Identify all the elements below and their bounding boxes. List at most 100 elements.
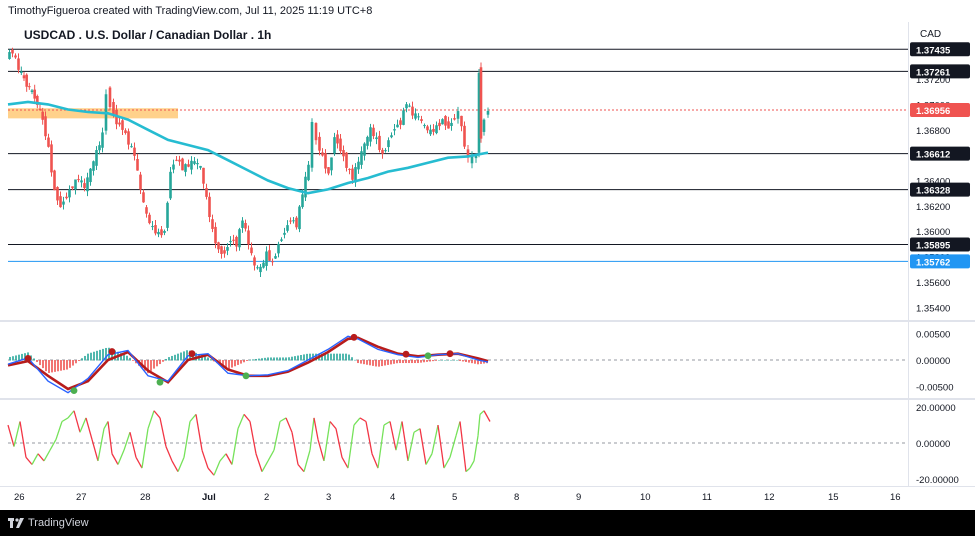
candle-body bbox=[247, 230, 250, 245]
candle-body bbox=[121, 120, 124, 130]
macd-histogram-bar bbox=[75, 360, 77, 364]
time-tick-label: 16 bbox=[890, 492, 901, 503]
candle-body bbox=[151, 226, 154, 228]
candle-body bbox=[89, 168, 92, 183]
macd-histogram-bar bbox=[45, 360, 47, 372]
chart-canvas[interactable]: USDCAD . U.S. Dollar / Canadian Dollar .… bbox=[0, 0, 975, 536]
macd-histogram-bar bbox=[168, 357, 170, 361]
candle-body bbox=[25, 74, 28, 87]
macd-tick-label: -0.00500 bbox=[916, 382, 954, 393]
candle-body bbox=[44, 116, 47, 137]
price-axis-divider bbox=[908, 22, 909, 486]
macd-histogram-bar bbox=[288, 357, 290, 361]
macd-histogram-bar bbox=[360, 360, 362, 364]
candle-body bbox=[298, 206, 301, 230]
macd-histogram-bar bbox=[327, 353, 329, 361]
candle-body bbox=[453, 118, 456, 120]
macd-histogram-bar bbox=[126, 355, 128, 361]
macd-histogram-bar bbox=[261, 358, 263, 361]
macd-cross-dot bbox=[156, 378, 164, 386]
candle-body bbox=[22, 75, 26, 79]
macd-histogram-bar bbox=[447, 360, 449, 361]
candle-body bbox=[163, 231, 166, 233]
candle-body bbox=[482, 119, 486, 132]
price-tick-label: 1.36000 bbox=[916, 227, 950, 238]
currency-label: CAD bbox=[920, 29, 941, 40]
candle-body bbox=[241, 220, 244, 228]
macd-histogram-bar bbox=[414, 360, 416, 364]
candle-body bbox=[214, 226, 217, 244]
candle-body bbox=[193, 161, 196, 164]
macd-histogram-bar bbox=[33, 358, 35, 361]
candle-body bbox=[199, 165, 202, 168]
candle-body bbox=[157, 231, 160, 235]
macd-histogram-bar bbox=[366, 360, 368, 365]
candle-body bbox=[390, 135, 393, 138]
candle-body bbox=[86, 177, 89, 192]
macd-histogram-bar bbox=[336, 353, 338, 361]
candle-body bbox=[208, 196, 211, 218]
macd-histogram-bar bbox=[342, 353, 344, 361]
candle-body bbox=[345, 152, 348, 168]
candle-body bbox=[238, 229, 241, 248]
candle-body bbox=[339, 138, 342, 152]
time-tick-label: 10 bbox=[640, 492, 651, 503]
candle-body bbox=[169, 171, 172, 199]
macd-histogram-bar bbox=[444, 360, 446, 361]
candle-body bbox=[11, 49, 14, 54]
level-label: 1.35762 bbox=[916, 257, 950, 268]
macd-histogram-bar bbox=[162, 360, 164, 362]
macd-histogram-bar bbox=[330, 353, 332, 361]
candle-body bbox=[59, 196, 62, 208]
macd-histogram-bar bbox=[54, 360, 56, 372]
macd-histogram-bar bbox=[345, 353, 347, 361]
candle-body bbox=[463, 125, 466, 147]
macd-histogram-bar bbox=[156, 360, 158, 367]
macd-histogram-bar bbox=[357, 360, 359, 364]
candle-body bbox=[450, 122, 453, 126]
macd-histogram-bar bbox=[423, 360, 425, 363]
candle-body bbox=[259, 266, 262, 273]
level-label: 1.36328 bbox=[916, 186, 950, 197]
tradingview-logo-icon bbox=[8, 518, 24, 528]
candle-body bbox=[62, 201, 65, 205]
candle-body bbox=[112, 102, 115, 115]
candle-body bbox=[223, 250, 226, 254]
macd-cross-dot bbox=[402, 350, 410, 358]
macd-histogram-bar bbox=[39, 360, 41, 366]
macd-histogram-bar bbox=[417, 360, 419, 364]
macd-histogram-bar bbox=[297, 355, 299, 361]
candle-body bbox=[384, 150, 387, 152]
candle-body bbox=[414, 113, 417, 119]
candle-body bbox=[292, 220, 295, 222]
candle-body bbox=[145, 207, 148, 214]
macd-histogram-bar bbox=[150, 360, 152, 371]
level-label: 1.37435 bbox=[916, 45, 951, 56]
candle-body bbox=[68, 189, 71, 198]
macd-histogram-bar bbox=[255, 358, 257, 361]
macd-histogram-bar bbox=[234, 360, 236, 367]
candle-body bbox=[235, 236, 238, 247]
level-label: 1.35895 bbox=[916, 241, 951, 252]
macd-histogram-bar bbox=[282, 357, 284, 361]
macd-histogram-bar bbox=[210, 359, 212, 361]
candle-body bbox=[393, 129, 396, 131]
header-credit: TimothyFigueroa created with TradingView… bbox=[0, 0, 975, 22]
candle-body bbox=[420, 119, 423, 121]
macd-histogram-bar bbox=[441, 360, 443, 361]
macd-cross-dot bbox=[24, 355, 32, 362]
time-tick-label: 9 bbox=[576, 492, 581, 503]
macd-tick-label: 0.00000 bbox=[916, 356, 950, 367]
candle-body bbox=[280, 239, 283, 241]
candle-body bbox=[133, 147, 136, 156]
macd-histogram-bar bbox=[180, 352, 182, 361]
price-tick-label: 1.35600 bbox=[916, 278, 950, 289]
macd-histogram-bar bbox=[90, 352, 92, 361]
candle-body bbox=[220, 246, 223, 254]
level-label: 1.37261 bbox=[916, 67, 951, 78]
tradingview-brand[interactable]: TradingView bbox=[8, 517, 89, 529]
macd-histogram-bar bbox=[267, 357, 269, 361]
time-tick-label: Jul bbox=[202, 492, 216, 503]
time-tick-label: 2 bbox=[264, 492, 269, 503]
time-tick-label: 11 bbox=[702, 492, 712, 503]
